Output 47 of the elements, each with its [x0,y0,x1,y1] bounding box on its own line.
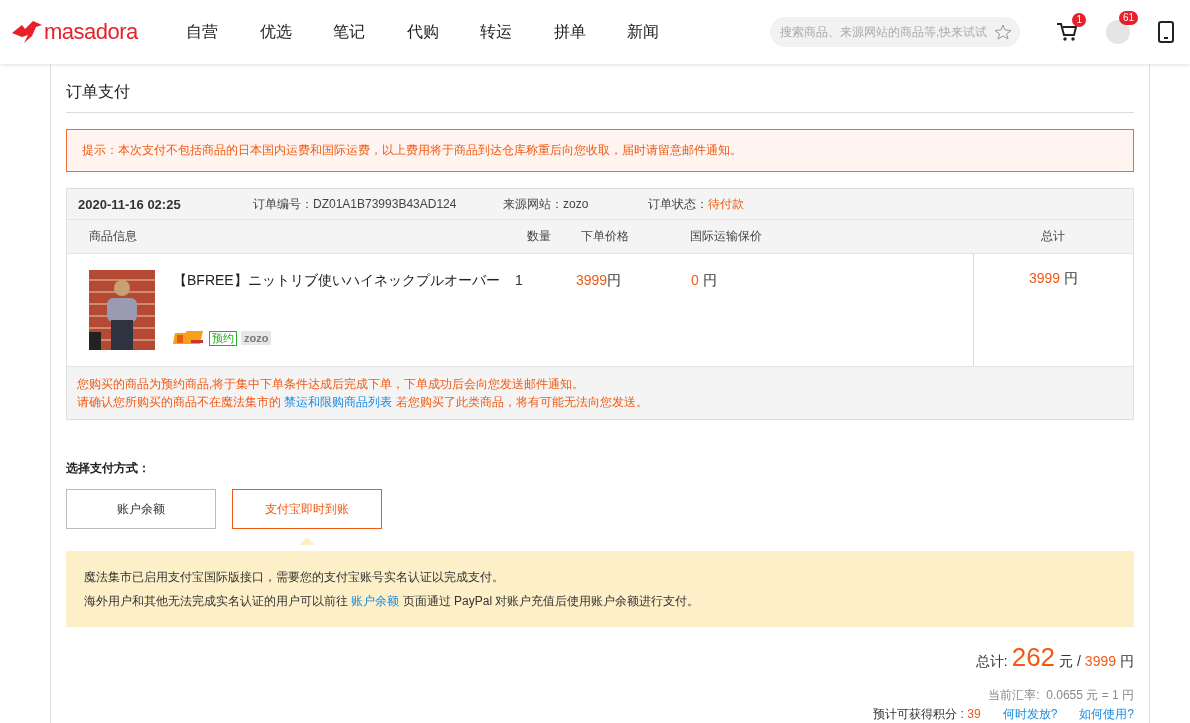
quantity: 1 [515,272,523,288]
column-header: 数量 [526,228,552,245]
column-header: 总计 [1040,228,1066,245]
nav-link[interactable]: 新闻 [617,21,691,43]
restriction-note: 请确认您所购买的商品不在魔法集市的 禁运和限购商品列表 若您购买了此类商品，将有可能无法向您发送。 [77,394,649,411]
preorder-tag: 预约 [209,330,237,346]
order-price: 3999円 [576,272,622,288]
order-date: 2020-11-16 02:25 [78,196,182,212]
phone-icon[interactable] [1158,21,1174,43]
bird-logo-icon [12,21,42,43]
cart-icon[interactable] [1056,22,1078,42]
exchange-rate: 当前汇率: 0.0655 元 = 1 円 [987,687,1134,704]
nav-link[interactable]: 优选 [249,21,323,43]
nav-link[interactable]: 自营 [176,21,250,43]
cart-count-badge: 1 [1072,13,1086,27]
payment-info-text: 海外用户和其他无法完成实名认证的用户可以前往 账户余额 页面通过 PayPal 对账户充值后使用账户余额进行支付。 [84,593,701,610]
page-title: 订单支付 [66,78,1134,113]
notice-banner: 提示：本次支付不包括商品的日本国内运费和国际运费，以上费用将于商品到达仓库称重后向您收取，届时请留意邮件通知。 [66,129,1134,172]
order-number: 订单编号：DZ01A1B73993B43AD124 [253,195,458,213]
source-tag: zozo [241,331,272,345]
payment-method-button[interactable]: 支付宝即时到账 [232,489,382,529]
help-link[interactable]: 何时发放? [1002,706,1058,723]
insurance-price: 0 円 [691,272,717,288]
column-header: 下单价格 [580,228,630,245]
sparkle-icon [994,24,1012,40]
nav-link[interactable]: 转运 [470,21,544,43]
source-site: 来源网站：zozo [503,195,590,213]
nav-link[interactable]: 笔记 [323,21,397,43]
payment-label: 选择支付方式： [66,460,151,477]
nav-link[interactable]: 拼单 [543,21,617,43]
search-field[interactable]: 搜索商品、来源网站的商品等,快来试试 [770,17,1020,47]
item-total: 3999 円 [1028,270,1078,286]
help-link[interactable]: 如何使用? [1079,706,1134,723]
nav-link[interactable]: 代购 [396,21,470,43]
product-name[interactable]: 【BFREE】ニットリブ使いハイネックプルオーバー [173,272,500,290]
message-count-badge: 61 [1118,11,1138,25]
plus-logo-icon [173,330,205,346]
logo-text[interactable]: masadora [44,19,138,45]
payment-method-button[interactable]: 账户余额 [66,489,216,529]
column-header: 商品信息 [88,228,138,245]
payment-info-text: 魔法集市已启用支付宝国际版接口，需要您的支付宝账号实名认证以完成支付。 [84,569,505,586]
preorder-note: 您购买的商品为预约商品,将于集中下单条件达成后完成下单，下单成功后会向您发送邮件通知。 [77,376,586,393]
points-estimate: 预计可获得积分 : 39 [873,706,981,723]
order-status: 订单状态：待付款 [648,195,744,213]
grand-total: 总计:262 元 / 3999 円 [975,641,1134,674]
column-header: 国际运输保价 [689,228,763,245]
avatar[interactable] [1106,20,1130,44]
